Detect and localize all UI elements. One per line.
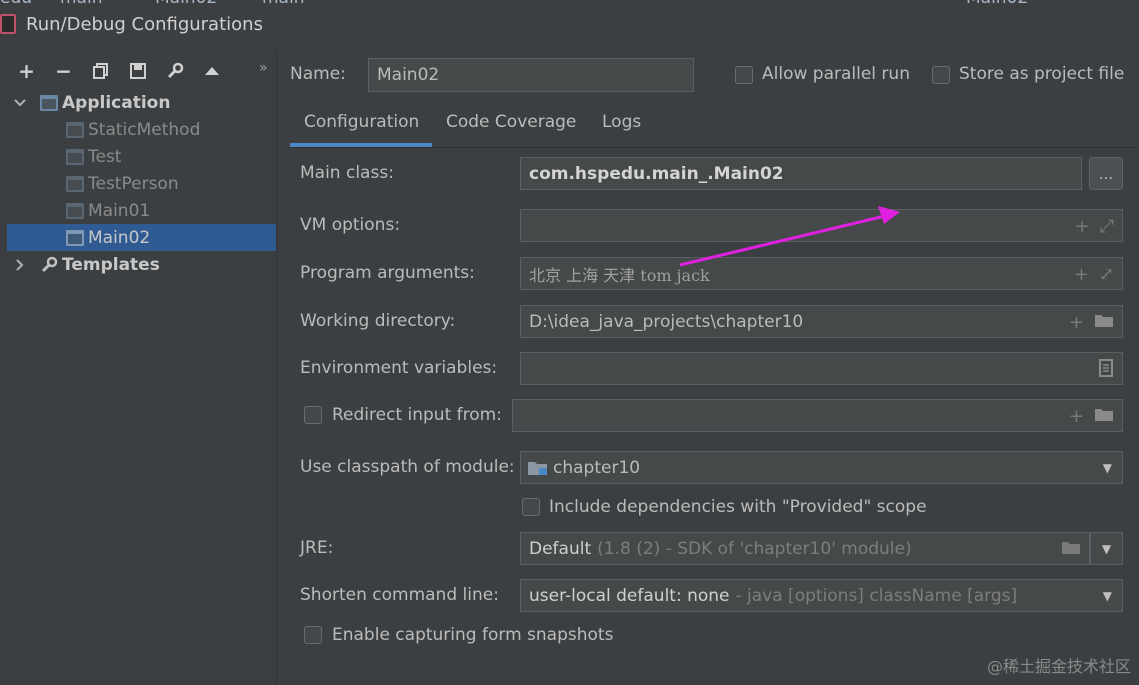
document-icon[interactable] [1098,359,1114,382]
browse-main-class-button[interactable]: ... [1089,157,1123,190]
vm-options-label: VM options: [300,215,401,235]
folder-icon[interactable] [1061,539,1081,560]
tree-item-selected[interactable]: Main02 [7,224,276,251]
breadcrumb-method: main [262,0,304,8]
shorten-value: user-local default: none [529,585,730,606]
move-up-icon[interactable] [193,58,230,84]
more-icon[interactable]: » [259,60,268,76]
tab-divider [290,147,1139,148]
chevron-down-icon[interactable] [12,95,28,111]
tree-item-label: Main02 [88,227,151,248]
config-icon [66,202,84,219]
copy-icon[interactable] [82,58,119,84]
tree-node-templates[interactable]: Templates [0,251,276,278]
tree-item[interactable]: TestPerson [0,170,276,197]
main-class-label: Main class: [300,163,394,183]
redirect-input-field[interactable]: + [512,399,1123,432]
main-class-input[interactable]: com.hspedu.main_.Main02 [520,157,1082,190]
shorten-detail: - java [options] className [args] [735,585,1018,606]
working-dir-value: D:\idea_java_projects\chapter10 [529,311,804,332]
app-icon [0,14,16,34]
run-config-selector[interactable]: Main02 [966,0,1028,8]
include-deps-checkbox[interactable] [522,498,540,516]
store-project-checkbox[interactable] [932,66,950,84]
top-strip: edu main Main02 main Main02 [0,0,1139,8]
tab-configuration[interactable]: Configuration [304,112,419,132]
add-icon[interactable]: + [1069,312,1084,333]
tree-toolbar: + − [8,58,230,84]
env-vars-input[interactable] [520,352,1123,385]
wrench-icon [40,256,58,274]
tree-item-label: Main01 [88,200,151,221]
redirect-input-checkbox[interactable] [304,406,322,424]
parallel-run-label: Allow parallel run [762,64,910,84]
working-dir-label: Working directory: [300,311,456,331]
config-icon [66,148,84,165]
save-icon[interactable] [119,58,156,84]
folder-icon[interactable] [1094,406,1114,427]
dropdown-arrow-icon: ▼ [1102,461,1112,475]
config-icon [66,175,84,192]
tree-item[interactable]: Test [0,143,276,170]
tree-label-templates: Templates [62,254,160,275]
jre-label: JRE: [300,538,334,558]
config-icon [66,121,84,138]
program-args-input[interactable]: 北京 上海 天津 tom jack + ⤢ [520,257,1123,290]
watermark: @稀土掘金技术社区 [986,657,1131,676]
snapshots-checkbox[interactable] [304,626,322,644]
expand-icon[interactable]: ⤢ [1100,216,1114,237]
jre-value: Default [529,538,592,559]
add-icon[interactable]: + [8,58,45,84]
tree-item-label: TestPerson [88,173,179,194]
classpath-select[interactable]: chapter10 ▼ [520,451,1123,484]
redirect-input-label: Redirect input from: [332,405,502,425]
tree-label-application: Application [62,92,171,113]
module-folder-icon [527,459,549,477]
dropdown-arrow-icon: ▼ [1101,541,1112,556]
tree-item-label: StaticMethod [88,119,201,140]
dropdown-arrow-icon: ▼ [1102,589,1112,603]
env-vars-label: Environment variables: [300,358,498,378]
jre-select[interactable]: Default (1.8 (2) - SDK of 'chapter10' mo… [520,532,1090,565]
name-label: Name: [290,64,346,84]
config-icon [66,229,84,246]
breadcrumb-class: Main02 [155,0,217,8]
add-icon[interactable]: + [1069,406,1084,427]
include-deps-label: Include dependencies with "Provided" sco… [549,497,927,517]
working-dir-input[interactable]: D:\idea_java_projects\chapter10 + [520,305,1123,338]
program-args-value: 北京 上海 天津 tom jack [529,265,710,285]
tab-logs[interactable]: Logs [602,112,641,132]
add-icon[interactable]: + [1075,216,1090,237]
store-project-label: Store as project file [959,64,1125,84]
breadcrumb-main: main [60,0,102,8]
folder-icon[interactable] [1094,312,1114,333]
tree-item[interactable]: StaticMethod [0,116,276,143]
chevron-right-icon[interactable] [12,257,28,273]
vm-options-input[interactable]: + ⤢ [520,209,1123,242]
shorten-label: Shorten command line: [300,585,499,605]
tree-node-application[interactable]: Application [0,89,276,116]
expand-icon[interactable]: ⤢ [1099,264,1114,285]
wrench-icon[interactable] [156,58,193,84]
classpath-value: chapter10 [553,457,641,478]
tree-item[interactable]: Main01 [0,197,276,224]
classpath-label: Use classpath of module: [300,457,515,477]
tree-item-label: Test [88,146,122,167]
program-args-label: Program arguments: [300,263,475,283]
remove-icon[interactable]: − [45,58,82,84]
parallel-run-checkbox[interactable] [735,66,753,84]
tab-code-coverage[interactable]: Code Coverage [446,112,576,132]
snapshots-label: Enable capturing form snapshots [332,625,614,645]
shorten-select[interactable]: user-local default: none - java [options… [520,579,1123,612]
jre-detail: (1.8 (2) - SDK of 'chapter10' module) [597,538,912,559]
name-input[interactable]: Main02 [368,58,694,92]
jre-dropdown-button[interactable]: ▼ [1090,532,1123,565]
breadcrumb-project: edu [0,0,32,8]
window-title: Run/Debug Configurations [26,14,263,35]
add-icon[interactable]: + [1074,264,1089,285]
application-icon [40,94,58,111]
